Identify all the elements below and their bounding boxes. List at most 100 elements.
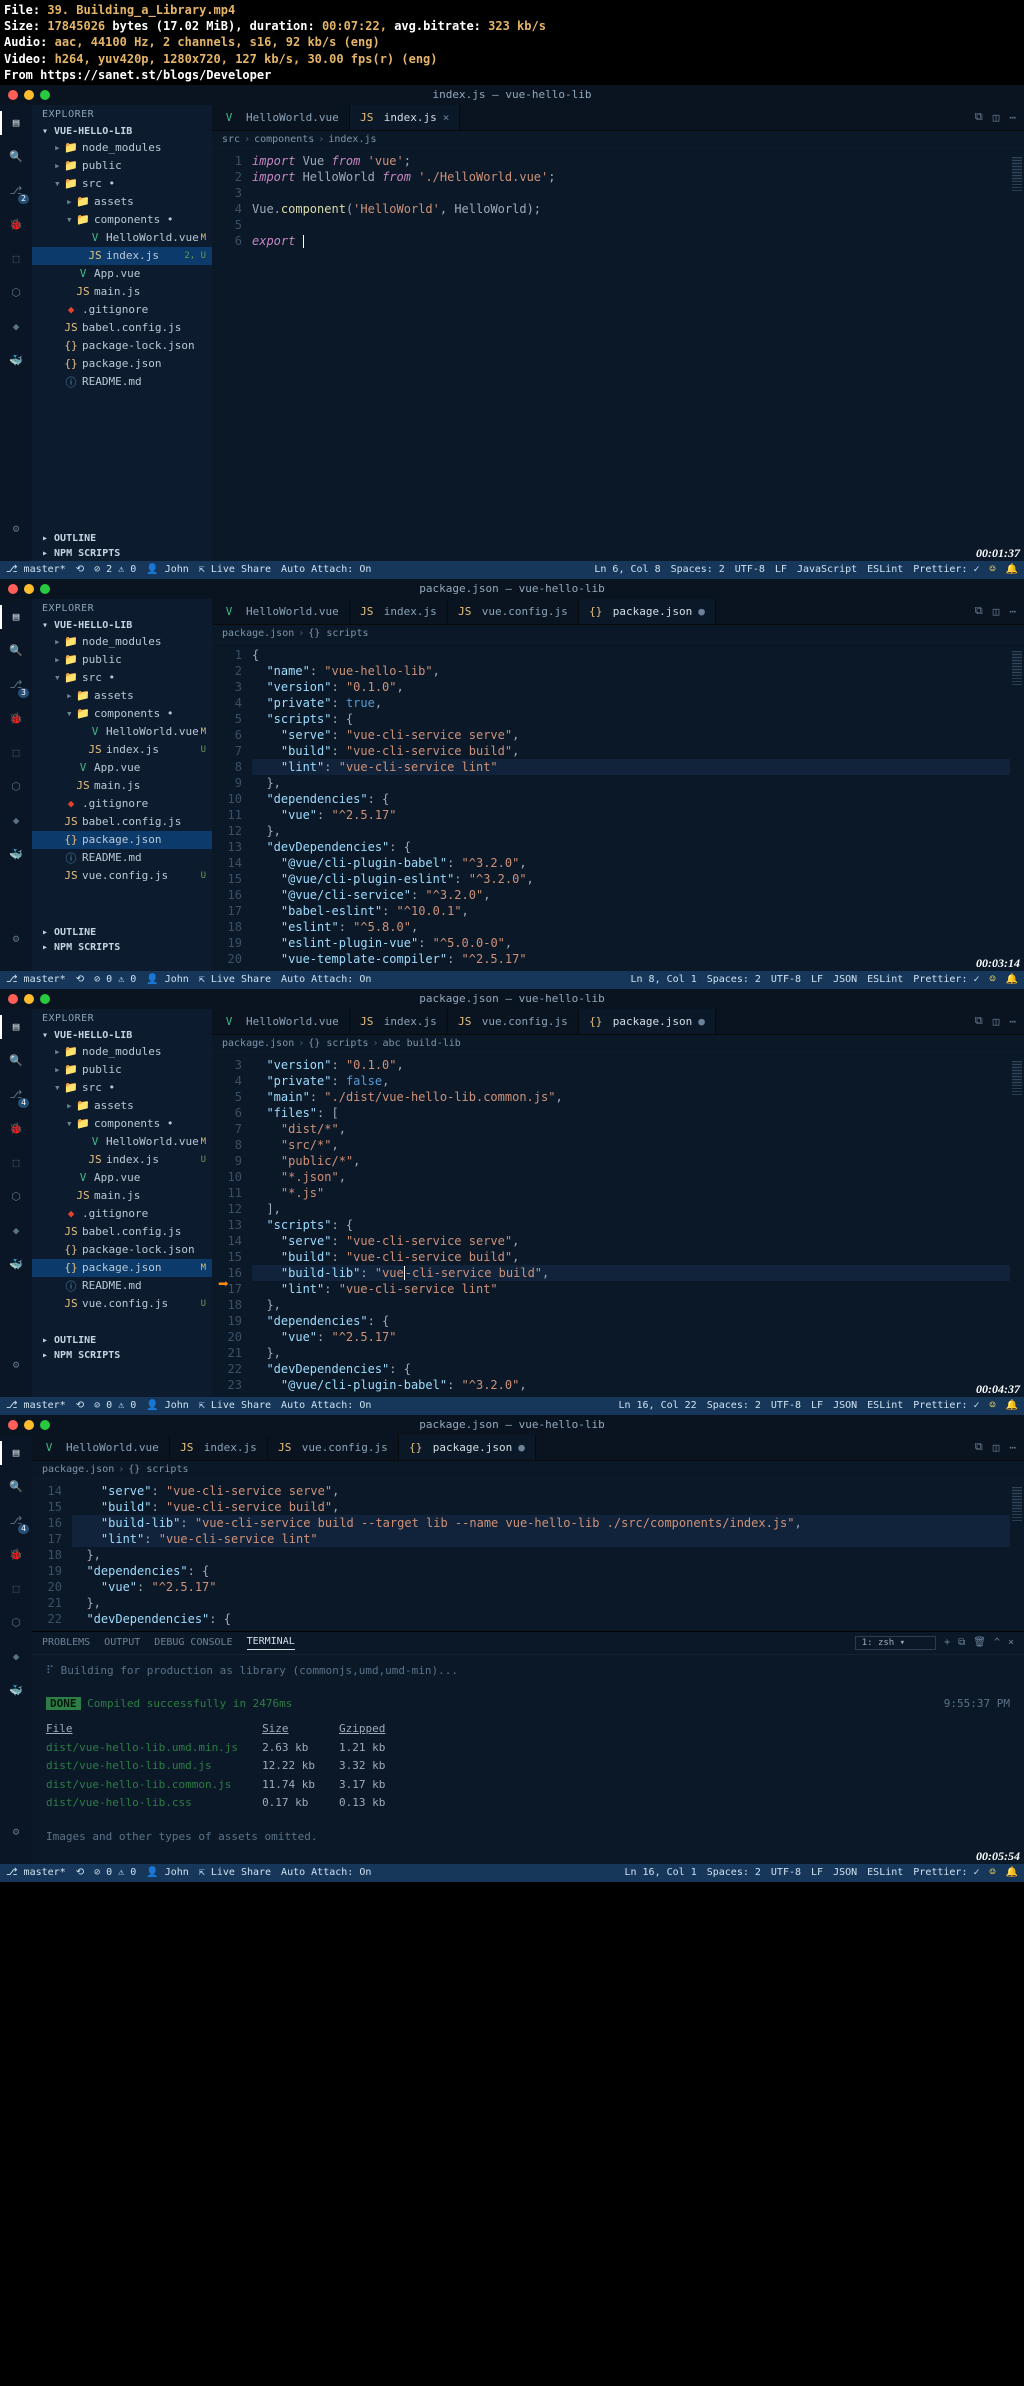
settings-icon[interactable]: ⚙ [6,1822,26,1842]
branch-indicator[interactable]: ⎇ master* [6,1867,66,1878]
tree-item[interactable]: {}package-lock.json [32,337,212,355]
editor-tab[interactable]: VHelloWorld.vue [212,1009,350,1034]
editor-tab[interactable]: {}package.json● [579,599,716,624]
activity-icon[interactable]: ⬚ [6,1153,26,1173]
tree-item[interactable]: ◆.gitignore [32,795,212,813]
tree-item[interactable]: ▾📁components • [32,1115,212,1133]
compare-icon[interactable]: ⧉ [975,1014,983,1028]
editor-tab[interactable]: JSvue.config.js [448,1009,579,1034]
tree-item[interactable]: ⓘREADME.md [32,1277,212,1295]
tree-item[interactable]: JSindex.jsU [32,1151,212,1169]
tree-item[interactable]: JSmain.js [32,1187,212,1205]
activity-icon[interactable]: 🐞 [6,1119,26,1139]
branch-indicator[interactable]: ⎇ master* [6,974,66,985]
feedback-icon[interactable]: ☺ [990,564,996,575]
editor-tab[interactable]: JSvue.config.js [448,599,579,624]
more-icon[interactable]: ⋯ [1009,111,1016,124]
sync-indicator[interactable]: ⟲ [76,1867,84,1878]
activity-icon[interactable]: ◆ [6,811,26,831]
tree-item[interactable]: {}package.jsonM [32,1259,212,1277]
language[interactable]: JSON [833,974,857,985]
close-icon[interactable]: ● [518,1441,525,1454]
feedback-icon[interactable]: ☺ [990,974,996,985]
eol[interactable]: LF [811,1867,823,1878]
user-indicator[interactable]: 👤 John [146,564,189,575]
close-icon[interactable]: × [443,111,450,124]
cursor-position[interactable]: Ln 16, Col 22 [618,1400,696,1411]
tree-item[interactable]: ▾📁components • [32,705,212,723]
activity-icon[interactable]: 🐞 [6,709,26,729]
breadcrumbs[interactable]: package.json›{} scripts [212,625,1024,643]
auto-attach[interactable]: Auto Attach: On [281,1400,371,1411]
settings-icon[interactable]: ⚙ [6,519,26,539]
activity-icon[interactable]: 🐞 [6,1545,26,1565]
breadcrumb-item[interactable]: {} scripts [308,628,368,639]
tree-item[interactable]: ◆.gitignore [32,1205,212,1223]
tree-item[interactable]: {}package.json [32,831,212,849]
language[interactable]: JavaScript [797,564,857,575]
activity-icon[interactable]: ▤ [6,113,26,133]
minimap[interactable] [1010,1479,1024,1631]
indent[interactable]: Spaces: 2 [707,1867,761,1878]
close-icon[interactable]: ● [698,1015,705,1028]
activity-icon[interactable]: ▤ [6,607,26,627]
activity-icon[interactable]: ⬡ [6,777,26,797]
breadcrumb-item[interactable]: abc build-lib [383,1038,461,1049]
activity-icon[interactable]: ◆ [6,1647,26,1667]
tree-item[interactable]: ▸📁public [32,157,212,175]
panel-tab[interactable]: OUTPUT [104,1637,140,1648]
eol[interactable]: LF [811,1400,823,1411]
activity-icon[interactable]: ⬚ [6,249,26,269]
sync-indicator[interactable]: ⟲ [76,564,84,575]
compare-icon[interactable]: ⧉ [975,604,983,618]
activity-icon[interactable]: ⎇3 [6,675,26,695]
activity-icon[interactable]: ▤ [6,1017,26,1037]
settings-icon[interactable]: ⚙ [6,1355,26,1375]
notifications-icon[interactable]: 🔔 [1006,1400,1018,1411]
editor-tab[interactable]: VHelloWorld.vue [212,105,350,130]
split-editor-icon[interactable]: ◫ [993,111,1000,124]
encoding[interactable]: UTF-8 [771,1867,801,1878]
editor-tab[interactable]: JSindex.js× [350,105,461,130]
tree-item[interactable]: VApp.vue [32,759,212,777]
tree-item[interactable]: JSvue.config.jsU [32,867,212,885]
kill-terminal-icon[interactable]: 🗑 [973,1637,986,1648]
split-editor-icon[interactable]: ◫ [993,1015,1000,1028]
editor-tab[interactable]: JSindex.js [170,1435,268,1460]
activity-icon[interactable]: 🐳 [6,1255,26,1275]
indent[interactable]: Spaces: 2 [707,974,761,985]
terminal-select[interactable]: 1: zsh ▾ [855,1636,936,1650]
tree-item[interactable]: JSindex.js2, U [32,247,212,265]
prettier[interactable]: Prettier: ✓ [913,1400,979,1411]
more-icon[interactable]: ⋯ [1009,1441,1016,1454]
problems-indicator[interactable]: ⊘ 0 ⚠ 0 [94,1400,136,1411]
close-panel-icon[interactable]: × [1008,1637,1014,1648]
tree-item[interactable]: ⓘREADME.md [32,849,212,867]
eslint[interactable]: ESLint [867,1867,903,1878]
language[interactable]: JSON [833,1867,857,1878]
editor-tab[interactable]: VHelloWorld.vue [212,599,350,624]
tree-item[interactable]: ▾📁src • [32,669,212,687]
auto-attach[interactable]: Auto Attach: On [281,564,371,575]
eol[interactable]: LF [775,564,787,575]
prettier[interactable]: Prettier: ✓ [913,974,979,985]
activity-icon[interactable]: 🐞 [6,215,26,235]
minimap[interactable] [1010,149,1024,253]
notifications-icon[interactable]: 🔔 [1006,1867,1018,1878]
editor-tab[interactable]: JSvue.config.js [268,1435,399,1460]
activity-icon[interactable]: 🔍 [6,641,26,661]
cursor-position[interactable]: Ln 16, Col 1 [624,1867,696,1878]
breadcrumbs[interactable]: package.json›{} scripts [32,1461,1024,1479]
breadcrumb-item[interactable]: package.json [222,1038,294,1049]
tree-item[interactable]: ▾📁components • [32,211,212,229]
npm-scripts-section[interactable]: ▸ NPM SCRIPTS [32,546,212,561]
tree-item[interactable]: JSbabel.config.js [32,1223,212,1241]
activity-icon[interactable]: ⬡ [6,1613,26,1633]
activity-icon[interactable]: ⬚ [6,1579,26,1599]
activity-icon[interactable]: ⎇2 [6,181,26,201]
auto-attach[interactable]: Auto Attach: On [281,974,371,985]
notifications-icon[interactable]: 🔔 [1006,564,1018,575]
tree-item[interactable]: ▸📁public [32,651,212,669]
tree-item[interactable]: ▸📁node_modules [32,1043,212,1061]
eol[interactable]: LF [811,974,823,985]
